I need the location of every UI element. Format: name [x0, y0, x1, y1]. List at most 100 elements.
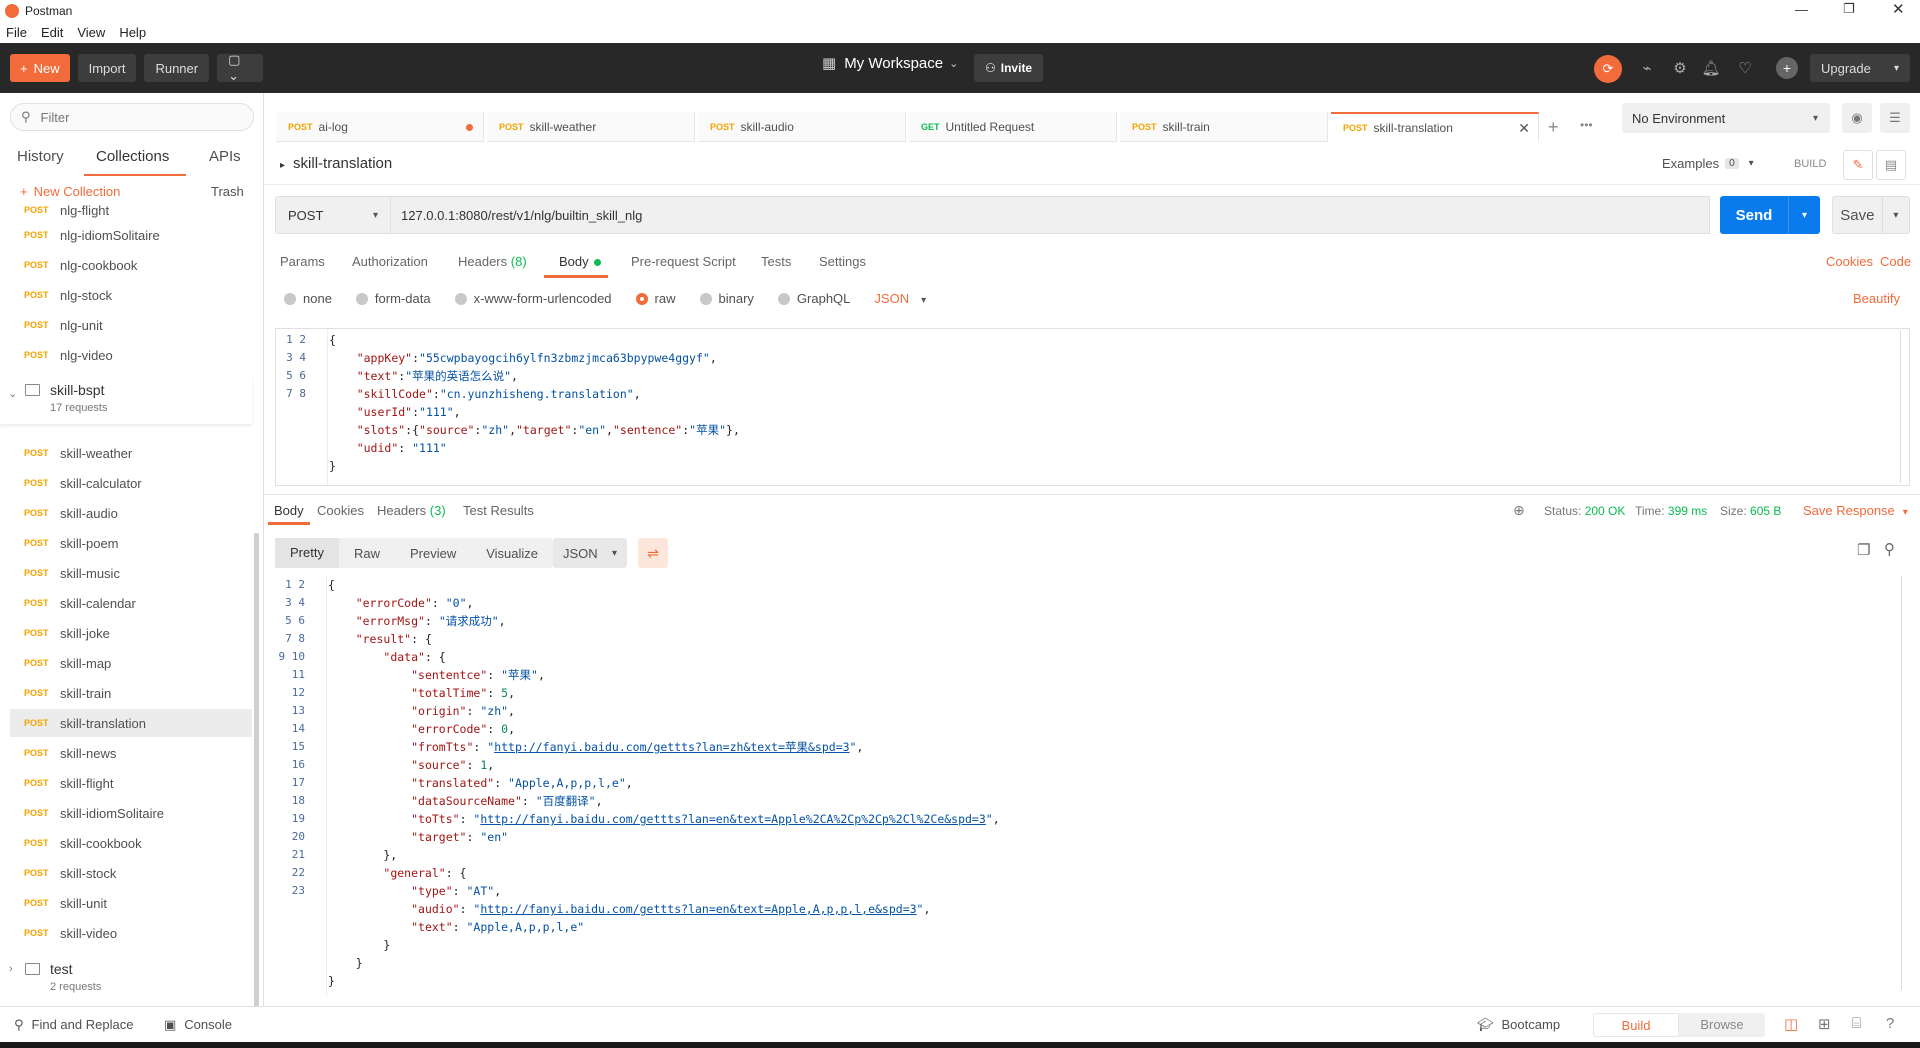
upgrade-button[interactable]: Upgrade ▾ — [1810, 54, 1910, 82]
list-item[interactable]: POST skill-flight — [0, 769, 252, 797]
list-item[interactable]: POST skill-audio — [0, 499, 252, 527]
filter-box[interactable]: ⚲ — [10, 103, 254, 131]
menu-help[interactable]: Help — [119, 25, 146, 40]
list-item[interactable]: POST nlg-stock — [0, 281, 252, 309]
import-button[interactable]: Import — [77, 54, 137, 82]
view-preview[interactable]: Preview — [395, 546, 471, 561]
trash-button[interactable]: Trash — [211, 184, 244, 199]
tab-skill-translation[interactable]: POST skill-translation ✕ — [1331, 112, 1539, 142]
runner-button[interactable]: Runner — [144, 54, 210, 82]
list-item[interactable]: POST skill-map — [0, 649, 252, 677]
send-button[interactable]: Send ▾ — [1720, 196, 1820, 234]
sync-icon[interactable]: ⟳ — [1594, 55, 1622, 83]
settings-sliders-icon[interactable]: ☰ — [1880, 103, 1910, 133]
editor-scrollbar[interactable] — [1900, 331, 1905, 483]
environment-select[interactable]: No Environment ▾ — [1622, 103, 1830, 133]
tab-pre-request-script[interactable]: Pre-request Script — [631, 254, 736, 269]
tab-apis[interactable]: APIs — [209, 148, 241, 165]
response-format-select[interactable]: JSON ▾ — [553, 538, 627, 568]
close-window-icon[interactable]: ✕ — [1892, 0, 1905, 18]
gear-icon[interactable]: ⚙ — [1667, 55, 1693, 81]
list-item[interactable]: POST skill-train — [0, 679, 252, 707]
list-item[interactable]: POST skill-joke — [0, 619, 252, 647]
list-item[interactable]: POST nlg-cookbook — [0, 251, 252, 279]
capture-icon[interactable]: ⌸ — [1852, 1015, 1861, 1032]
tab-params[interactable]: Params — [280, 254, 325, 269]
bell-icon[interactable]: 🔔︎ — [1698, 55, 1724, 81]
heart-icon[interactable]: ♡ — [1732, 55, 1758, 81]
tab-skill-weather[interactable]: POST skill-weather — [487, 112, 695, 142]
tab-skill-audio[interactable]: POST skill-audio — [698, 112, 906, 142]
list-item[interactable]: POST skill-stock — [0, 859, 252, 887]
tab-body[interactable]: Body — [559, 254, 601, 269]
folder-test[interactable]: › test 2 requests — [0, 953, 252, 1001]
tab-history[interactable]: History — [17, 148, 64, 165]
view-visualize[interactable]: Visualize — [471, 546, 553, 561]
more-tabs-button[interactable]: ••• — [1580, 118, 1593, 132]
new-window-button[interactable]: ▢ ⌄ — [217, 52, 264, 83]
list-item[interactable]: POST skill-weather — [0, 439, 252, 467]
sidebar-scrollbar[interactable] — [254, 533, 259, 1006]
find-replace-button[interactable]: ⚲ Find and Replace — [14, 1017, 133, 1033]
globe-icon[interactable]: ⊕ — [1513, 502, 1525, 519]
beautify-link[interactable]: Beautify — [1853, 291, 1900, 306]
request-body-editor[interactable]: 1 2 3 4 5 6 7 8 { "appKey":"55cwpbayogci… — [275, 328, 1910, 486]
tab-untitled-request[interactable]: GET Untitled Request — [909, 112, 1117, 142]
radio-urlencoded[interactable]: x-www-form-urlencoded — [454, 291, 612, 306]
wrap-lines-icon[interactable]: ⇌ — [638, 538, 668, 568]
list-item[interactable]: POST skill-cookbook — [0, 829, 252, 857]
list-item[interactable]: POST skill-video — [0, 919, 252, 947]
new-collection-button[interactable]: + New Collection — [20, 184, 120, 199]
view-raw[interactable]: Raw — [339, 546, 395, 561]
pane-layout-icon[interactable]: ⊞ — [1818, 1015, 1831, 1033]
tab-headers[interactable]: Headers (8) — [458, 254, 527, 269]
radio-binary[interactable]: binary — [699, 291, 754, 306]
response-body-viewer[interactable]: 1 2 3 4 5 6 7 8 9 10 11 12 13 14 15 16 1… — [275, 576, 1910, 996]
filter-input[interactable] — [40, 109, 231, 125]
list-item[interactable]: POST skill-poem — [0, 529, 252, 557]
build-mode-button[interactable]: Build — [1593, 1013, 1679, 1037]
comments-icon[interactable]: ▤ — [1876, 150, 1906, 180]
new-button[interactable]: + New — [10, 54, 70, 82]
response-tab-cookies[interactable]: Cookies — [317, 503, 364, 518]
tab-skill-train[interactable]: POST skill-train — [1120, 112, 1328, 142]
browse-mode-button[interactable]: Browse — [1679, 1013, 1765, 1037]
two-pane-icon[interactable]: ◫ — [1784, 1015, 1798, 1033]
avatar[interactable]: + — [1776, 57, 1798, 79]
list-item[interactable]: POST nlg-video — [0, 341, 252, 369]
save-button[interactable]: Save ▾ — [1832, 196, 1910, 234]
tab-collections[interactable]: Collections — [96, 148, 169, 165]
menu-file[interactable]: File — [6, 25, 27, 40]
menu-view[interactable]: View — [77, 25, 105, 40]
radio-form-data[interactable]: form-data — [355, 291, 431, 306]
list-item[interactable]: POST skill-calculator — [0, 469, 252, 497]
help-icon[interactable]: ? — [1886, 1015, 1894, 1032]
method-select[interactable]: POST ▾ — [275, 196, 391, 234]
workspace-selector[interactable]: ▦ My Workspace ⌄ — [822, 54, 958, 73]
tab-authorization[interactable]: Authorization — [352, 254, 428, 269]
tab-settings[interactable]: Settings — [819, 254, 866, 269]
radio-none[interactable]: none — [284, 291, 332, 306]
response-scrollbar[interactable] — [1901, 576, 1906, 990]
radio-graphql[interactable]: GraphQL — [777, 291, 850, 306]
format-select[interactable]: JSON ▾ — [874, 291, 926, 306]
list-item[interactable]: POST nlg-idiomSolitaire — [0, 221, 252, 249]
list-item[interactable]: POST skill-news — [0, 739, 252, 767]
eye-icon[interactable]: ◉ — [1842, 103, 1872, 133]
close-icon[interactable]: ✕ — [1518, 120, 1530, 137]
response-tab-headers[interactable]: Headers (3) — [377, 503, 446, 518]
minimize-icon[interactable]: — — [1795, 2, 1808, 17]
list-item-selected[interactable]: POST skill-translation — [10, 709, 252, 737]
response-tab-test-results[interactable]: Test Results — [463, 503, 534, 518]
cookies-link[interactable]: Cookies — [1826, 254, 1873, 269]
bootcamp-button[interactable]: 🎓︎ Bootcamp — [1477, 1017, 1560, 1033]
url-input[interactable]: 127.0.0.1:8080/rest/v1/nlg/builtin_skill… — [390, 196, 1710, 234]
invite-button[interactable]: ⚇ Invite — [974, 54, 1044, 82]
request-breadcrumb[interactable]: ▸ skill-translation — [280, 155, 392, 172]
satellite-icon[interactable]: ⌁ — [1634, 55, 1660, 81]
list-item[interactable]: POST skill-idiomSolitaire — [0, 799, 252, 827]
save-response-button[interactable]: Save Response ▾ — [1803, 503, 1908, 518]
code-link[interactable]: Code — [1880, 254, 1911, 269]
folder-skill-bspt[interactable]: ⌄ skill-bspt 17 requests — [0, 376, 252, 424]
menu-edit[interactable]: Edit — [41, 25, 63, 40]
